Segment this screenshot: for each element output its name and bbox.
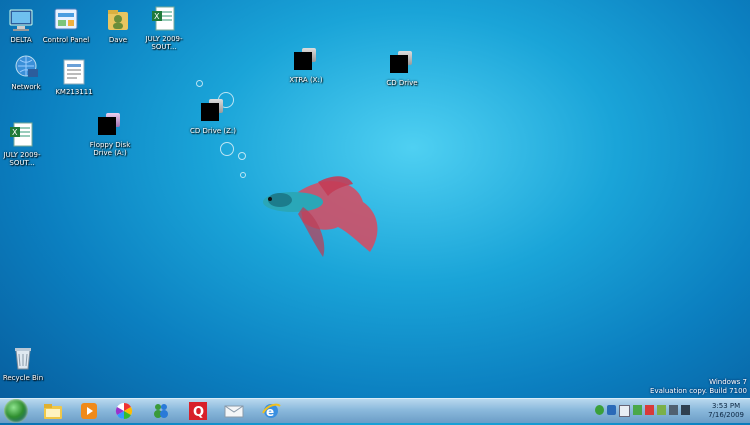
tray-shield-icon[interactable] bbox=[607, 405, 616, 415]
desktop: DELTA Control Panel Dave X JULY 2009-SOU… bbox=[0, 0, 750, 398]
tray-battery-icon[interactable] bbox=[657, 405, 666, 415]
clock-time: 3:53 PM bbox=[711, 402, 741, 410]
desktop-icon-cd-drive[interactable]: CD Drive bbox=[372, 49, 432, 87]
tray-network-icon[interactable] bbox=[669, 405, 678, 415]
redacted-box bbox=[98, 117, 116, 135]
desktop-icon-cd-drive-z[interactable]: CD Drive (Z:) bbox=[183, 97, 243, 135]
desktop-icon-july-file-2[interactable]: X JULY 2009-SOUT... bbox=[0, 121, 52, 167]
desktop-icon-label: CD Drive (Z:) bbox=[189, 127, 236, 135]
document-icon bbox=[60, 58, 88, 86]
redacted-box bbox=[390, 55, 408, 73]
taskbar: Q e 3:53 PM 7/16/2009 bbox=[0, 398, 750, 423]
computer-icon bbox=[7, 6, 35, 34]
desktop-icon-label: JULY 2009-SOUT... bbox=[3, 151, 41, 167]
excel-file-icon: X bbox=[150, 5, 178, 33]
bubble bbox=[220, 142, 234, 156]
svg-text:Q: Q bbox=[193, 405, 204, 420]
drive-icon bbox=[292, 46, 320, 74]
internet-explorer-icon[interactable]: e bbox=[260, 401, 282, 421]
desktop-icon-label: JULY 2009-SOUT... bbox=[145, 35, 183, 51]
desktop-icon-xtra-drive[interactable]: XTRA (X:) bbox=[276, 46, 336, 84]
clock[interactable]: 3:53 PM 7/16/2009 bbox=[708, 402, 744, 420]
redacted-box bbox=[294, 52, 312, 70]
quicken-icon[interactable]: Q bbox=[187, 401, 209, 421]
bubble bbox=[196, 80, 203, 87]
cd-drive-icon bbox=[388, 49, 416, 77]
bubble bbox=[238, 152, 246, 160]
picasa-icon[interactable] bbox=[113, 401, 135, 421]
desktop-icon-recycle-bin[interactable]: Recycle Bin bbox=[0, 344, 53, 382]
desktop-icon-floppy-drive[interactable]: Floppy Disk Drive (A:) bbox=[80, 111, 140, 157]
evaluation-watermark: Windows 7 Evaluation copy. Build 7100 bbox=[650, 378, 747, 396]
system-tray bbox=[595, 405, 690, 417]
tray-check-icon[interactable] bbox=[633, 405, 642, 415]
messenger-icon[interactable] bbox=[150, 401, 172, 421]
recycle-bin-icon bbox=[9, 344, 37, 372]
clock-date: 7/16/2009 bbox=[708, 411, 744, 419]
network-icon bbox=[12, 53, 40, 81]
watermark-os: Windows 7 bbox=[709, 378, 747, 386]
user-folder-icon bbox=[104, 6, 132, 34]
desktop-icon-label: XTRA (X:) bbox=[289, 76, 323, 84]
betta-fish-wallpaper bbox=[263, 176, 378, 257]
tray-alert-icon[interactable] bbox=[645, 405, 654, 415]
cd-drive-icon bbox=[199, 97, 227, 125]
mail-icon[interactable] bbox=[223, 401, 245, 421]
control-panel-icon bbox=[52, 6, 80, 34]
tray-flag-icon[interactable] bbox=[619, 405, 630, 417]
redacted-box bbox=[201, 103, 219, 121]
media-player-icon[interactable] bbox=[78, 401, 100, 421]
svg-text:X: X bbox=[12, 128, 18, 137]
tray-volume-icon[interactable] bbox=[681, 405, 690, 415]
explorer-icon[interactable] bbox=[42, 401, 64, 421]
desktop-icon-label: KM213111 bbox=[55, 88, 93, 96]
desktop-icon-label: CD Drive bbox=[386, 79, 418, 87]
floppy-drive-icon bbox=[96, 111, 124, 139]
desktop-icon-control-panel[interactable]: Control Panel bbox=[36, 6, 96, 44]
bubble bbox=[240, 172, 246, 178]
excel-file-icon: X bbox=[8, 121, 36, 149]
desktop-icon-km213111[interactable]: KM213111 bbox=[44, 58, 104, 96]
desktop-icon-july-file[interactable]: X JULY 2009-SOUT... bbox=[134, 5, 194, 51]
desktop-icon-label: Floppy Disk Drive (A:) bbox=[89, 141, 131, 157]
start-button[interactable] bbox=[4, 399, 28, 423]
tray-green-icon[interactable] bbox=[595, 405, 604, 415]
svg-text:X: X bbox=[154, 12, 160, 21]
desktop-icon-label: Control Panel bbox=[42, 36, 90, 44]
watermark-build: Evaluation copy. Build 7100 bbox=[650, 387, 747, 395]
desktop-icon-label: Recycle Bin bbox=[2, 374, 44, 382]
